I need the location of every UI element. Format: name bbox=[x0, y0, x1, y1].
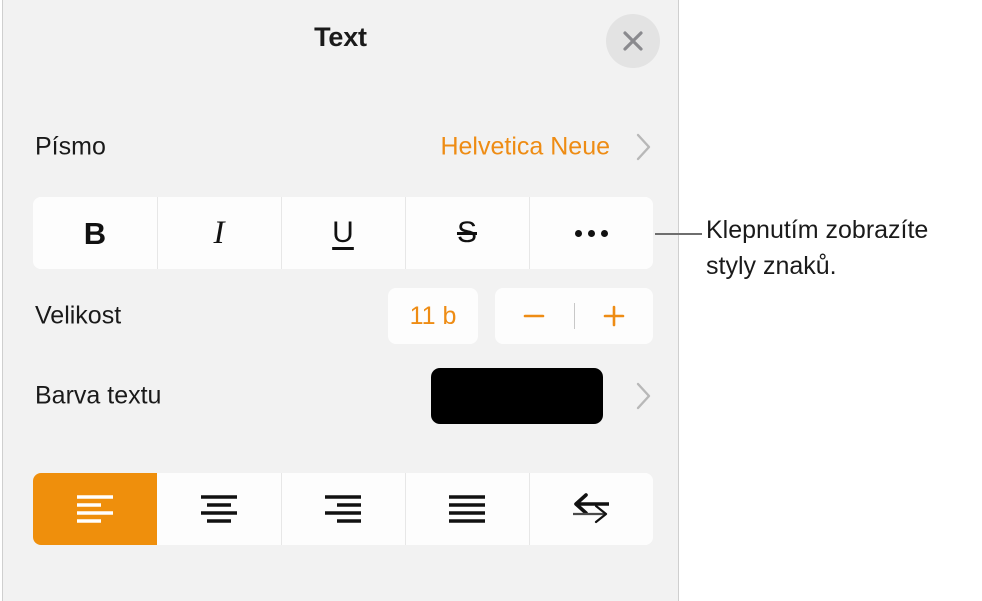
align-right-icon bbox=[325, 495, 361, 523]
italic-button[interactable]: I bbox=[157, 197, 281, 269]
font-size-field[interactable]: 11 b bbox=[388, 288, 478, 344]
bold-button[interactable]: B bbox=[33, 197, 157, 269]
chevron-right-icon bbox=[636, 133, 651, 161]
font-size-row: Velikost 11 b bbox=[3, 288, 678, 344]
increase-font-size-button[interactable] bbox=[575, 288, 654, 344]
font-size-value: 11 b bbox=[409, 301, 457, 330]
font-size-row-label: Velikost bbox=[35, 301, 122, 330]
text-color-row[interactable]: Barva textu bbox=[3, 368, 678, 424]
align-justify-button[interactable] bbox=[405, 473, 529, 545]
character-style-button-group: B I U S bbox=[33, 197, 653, 269]
page-title: Text bbox=[314, 22, 367, 52]
close-button[interactable] bbox=[606, 14, 660, 68]
plus-icon bbox=[603, 305, 625, 327]
text-color-row-label: Barva textu bbox=[35, 381, 162, 410]
strikethrough-icon: S bbox=[456, 216, 477, 249]
italic-icon: I bbox=[213, 214, 225, 251]
more-character-styles-button[interactable] bbox=[529, 197, 653, 269]
minus-icon bbox=[523, 314, 545, 318]
align-center-button[interactable] bbox=[157, 473, 281, 545]
font-row-label: Písmo bbox=[35, 132, 106, 161]
align-justify-icon bbox=[449, 495, 485, 523]
font-size-stepper bbox=[495, 288, 653, 344]
text-direction-icon bbox=[573, 493, 609, 524]
text-color-swatch[interactable] bbox=[431, 368, 603, 424]
align-center-icon bbox=[201, 495, 237, 523]
alignment-button-group bbox=[33, 473, 653, 545]
align-left-icon bbox=[77, 495, 113, 523]
strikethrough-button[interactable]: S bbox=[405, 197, 529, 269]
callout-leader-line bbox=[655, 233, 702, 235]
ellipsis-icon bbox=[574, 229, 608, 237]
font-name-value[interactable]: Helvetica Neue bbox=[440, 133, 610, 162]
decrease-font-size-button[interactable] bbox=[495, 288, 574, 344]
close-icon bbox=[623, 31, 643, 51]
callout-text: Klepnutím zobrazíte styly znaků. bbox=[706, 216, 929, 280]
font-row[interactable]: Písmo Helvetica Neue bbox=[3, 118, 678, 176]
align-left-button[interactable] bbox=[33, 473, 157, 545]
align-right-button[interactable] bbox=[281, 473, 405, 545]
underline-button[interactable]: U bbox=[281, 197, 405, 269]
underline-icon: U bbox=[332, 216, 354, 249]
chevron-right-icon bbox=[636, 382, 651, 410]
panel-header: Text bbox=[3, 0, 678, 82]
text-direction-button[interactable] bbox=[529, 473, 653, 545]
text-format-panel: Text Písmo Helvetica Neue B I U S Veliko… bbox=[2, 0, 679, 601]
bold-icon: B bbox=[83, 215, 107, 251]
